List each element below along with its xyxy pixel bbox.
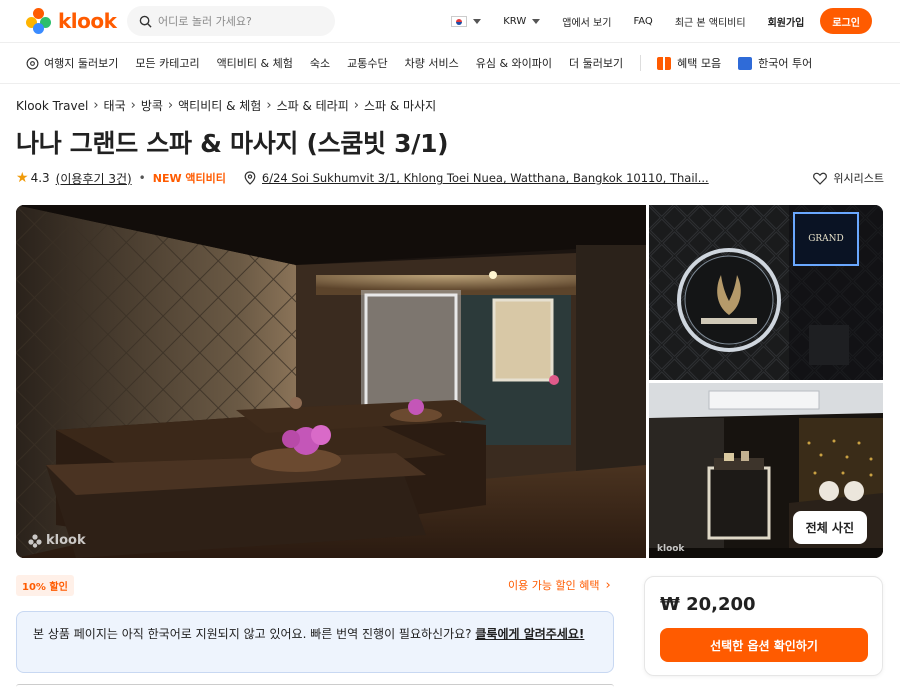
currency-selector[interactable]: KRW [503, 15, 541, 27]
top-bar: klook KRW 앱에서 보기 FAQ 최근 본 액티비티 회원가입 로그인 [0, 0, 900, 42]
faq-link[interactable]: FAQ [633, 16, 652, 27]
klook-logo-icon [26, 8, 52, 34]
check-options-button[interactable]: 선택한 옵션 확인하기 [660, 628, 868, 662]
divider [640, 55, 642, 71]
benefit-link-label: 이용 가능 할인 혜택 [508, 579, 600, 592]
nav-stays[interactable]: 숙소 [310, 55, 330, 71]
new-activity-badge: NEW 액티비티 [152, 172, 226, 185]
korean-tour-icon [738, 56, 753, 70]
klook-logo-icon [28, 533, 42, 548]
chevron-down-icon [473, 18, 482, 24]
chevron-right-icon: › [130, 98, 136, 113]
nav-label: 한국어 투어 [758, 57, 813, 70]
watermark-text: klook [46, 533, 86, 548]
heart-icon [813, 172, 828, 185]
breadcrumb: Klook Travel › 태국 › 방콕 › 액티비티 & 체험 › 스파 & 테라… [16, 97, 436, 114]
activity-meta: ★ 4.3 (이용후기 3건) • NEW 액티비티 6/24 Soi Sukh… [16, 168, 884, 188]
photo-thumbnail-1[interactable]: GRAND [649, 205, 883, 380]
rating-value: 4.3 [30, 171, 50, 185]
chevron-right-icon: › [605, 577, 611, 593]
search-bar[interactable] [127, 6, 335, 36]
breadcrumb-item[interactable]: 스파 & 마사지 [364, 97, 436, 114]
korea-flag-icon [451, 15, 468, 27]
nav-explore-destinations[interactable]: 여행지 둘러보기 [26, 55, 118, 71]
price-value: ₩ 20,200 [660, 594, 756, 615]
photo-gallery: klook GRAND klook 전체 사진 [16, 205, 883, 558]
gift-icon [657, 56, 672, 70]
chevron-right-icon: › [353, 98, 359, 113]
top-right-nav: KRW 앱에서 보기 FAQ 최근 본 액티비티 회원가입 로그인 [429, 6, 872, 36]
location-pin-icon [26, 57, 39, 69]
location-pin-icon [244, 171, 256, 185]
breadcrumb-item[interactable]: 태국 [104, 97, 126, 114]
app-link[interactable]: 앱에서 보기 [562, 14, 611, 29]
breadcrumb-item[interactable]: 스파 & 테라피 [277, 97, 349, 114]
breadcrumb-item[interactable]: 액티비티 & 체험 [178, 97, 261, 114]
wishlist-button[interactable]: 위시리스트 [813, 170, 884, 186]
view-all-photos-button[interactable]: 전체 사진 [792, 511, 867, 544]
nav-activities[interactable]: 액티비티 & 체험 [217, 55, 293, 71]
klook-watermark: klook [28, 533, 86, 548]
notice-text: 본 상품 페이지는 아직 한국어로 지원되지 않고 있어요. 빠른 번역 진행이… [33, 627, 476, 641]
nav-korean-tour[interactable]: 한국어 투어 [738, 55, 812, 71]
separator-dot: • [138, 171, 146, 185]
search-icon [139, 15, 152, 28]
breadcrumb-item[interactable]: 방콕 [141, 97, 163, 114]
nav-sim-wifi[interactable]: 유심 & 와이파이 [476, 55, 552, 71]
breadcrumb-item[interactable]: Klook Travel [16, 99, 88, 113]
nav-car-services[interactable]: 차량 서비스 [405, 55, 459, 71]
spa-room-image [16, 205, 646, 558]
discount-badge: 10% 할인 [16, 575, 74, 596]
search-input[interactable] [158, 14, 328, 28]
chevron-right-icon: › [167, 98, 174, 113]
main-photo[interactable]: klook [16, 205, 646, 558]
page-title: 나나 그랜드 스파 & 마사지 (스쿰빗 3/1) [16, 129, 449, 158]
photo-thumbnail-2[interactable]: klook 전체 사진 [649, 383, 883, 558]
booking-card: ₩ 20,200 선택한 옵션 확인하기 [644, 576, 883, 676]
grand-sign-text: GRAND [808, 234, 844, 244]
klook-logo[interactable]: klook [26, 8, 117, 34]
category-nav: 여행지 둘러보기 모든 카테고리 액티비티 & 체험 숙소 교통수단 차량 서비… [0, 42, 900, 84]
klook-watermark: klook [657, 544, 684, 554]
nav-label: 여행지 둘러보기 [44, 57, 119, 70]
nav-label: 혜택 모음 [677, 57, 722, 70]
spa-logo-wall-image: GRAND [649, 205, 883, 380]
notify-klook-link[interactable]: 클룩에게 알려주세요! [475, 627, 584, 641]
login-button[interactable]: 로그인 [820, 8, 872, 34]
reviews-link[interactable]: (이용후기 3건) [56, 170, 132, 187]
chevron-right-icon: › [266, 98, 272, 113]
translation-notice: 본 상품 페이지는 아직 한국어로 지원되지 않고 있어요. 빠른 번역 진행이… [16, 611, 614, 673]
nav-all-categories[interactable]: 모든 카테고리 [135, 55, 199, 71]
recently-viewed-link[interactable]: 최근 본 액티비티 [675, 14, 746, 29]
language-selector[interactable] [451, 15, 482, 27]
nav-benefits[interactable]: 혜택 모음 [657, 55, 721, 71]
chevron-down-icon [532, 18, 541, 24]
logo-text: klook [58, 9, 117, 33]
nav-transport[interactable]: 교통수단 [347, 55, 387, 71]
wishlist-label: 위시리스트 [833, 172, 884, 185]
watermark-text: klook [657, 544, 685, 554]
address-link[interactable]: 6/24 Soi Sukhumvit 3/1, Khlong Toei Nuea… [262, 171, 717, 185]
chevron-right-icon: › [93, 98, 99, 113]
currency-label: KRW [503, 15, 527, 27]
signup-link[interactable]: 회원가입 [768, 14, 805, 29]
nav-more[interactable]: 더 둘러보기 [569, 55, 623, 71]
available-discounts-link[interactable]: 이용 가능 할인 혜택 › [508, 577, 611, 593]
star-icon: ★ [16, 170, 29, 186]
